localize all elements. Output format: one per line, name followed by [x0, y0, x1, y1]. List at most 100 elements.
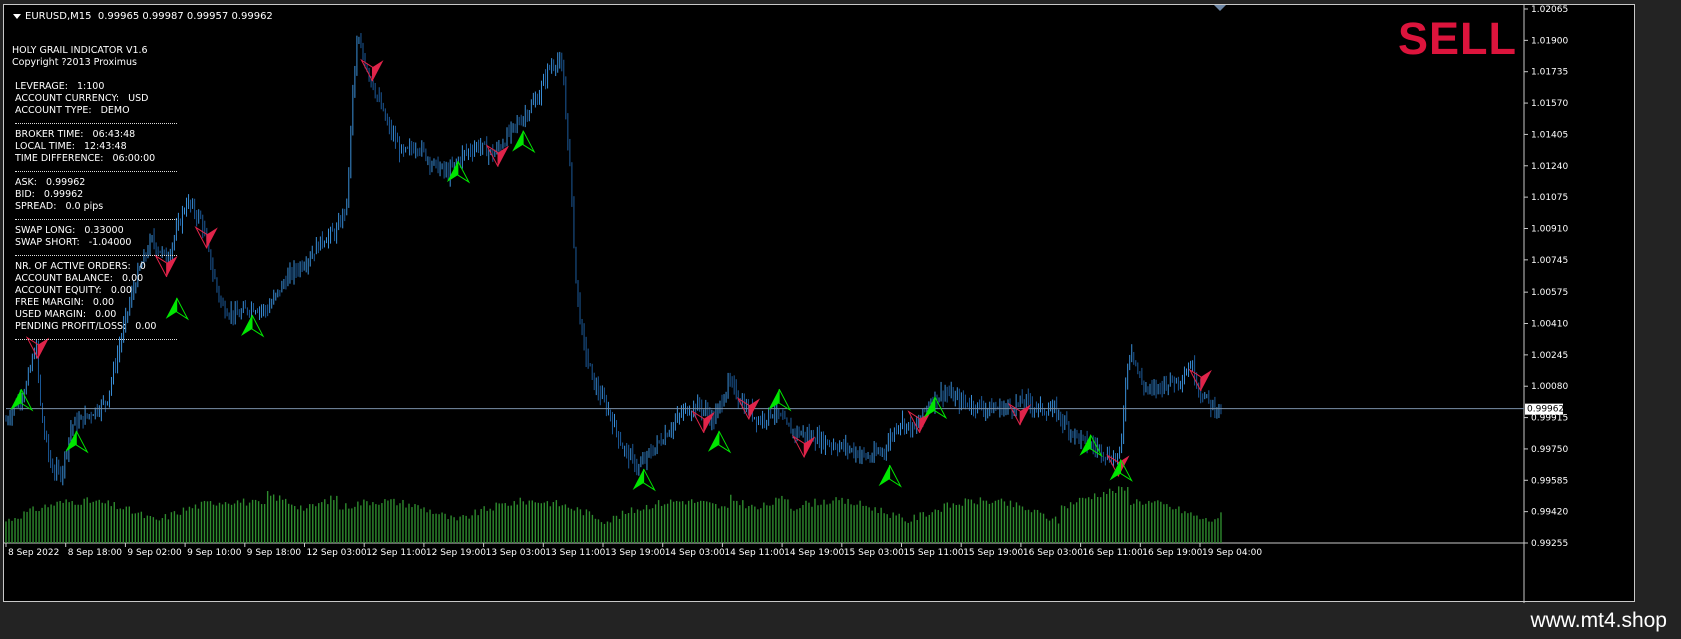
price-tick-label: 1.01570 [1531, 99, 1568, 109]
info-line: SWAP LONG: 0.33000 [12, 225, 124, 236]
chart-window[interactable]: 1.02065 1.01900 1.01735 1.01570 1.01405 1.012… [3, 4, 1636, 603]
price-tick-label: 0.99585 [1531, 476, 1568, 486]
info-line: BID: 0.99962 [12, 189, 84, 200]
buy-arrow-icon [889, 464, 902, 488]
buy-arrow-icon [512, 130, 524, 152]
indicator-info-panel: HOLY GRAIL INDICATOR V1.6 Copyright ?201… [12, 45, 178, 345]
buy-arrow-icon [241, 315, 253, 337]
buy-arrow-icon [251, 314, 265, 338]
chart-shift-marker-icon [1214, 5, 1226, 11]
buy-arrow-icon [165, 297, 177, 319]
info-line: ASK: 0.99962 [12, 177, 86, 188]
buy-arrow-icon [522, 130, 536, 154]
sell-arrow-icon [154, 254, 168, 278]
separator [12, 213, 178, 225]
time-tick-label: 15 Sep 03:00 [844, 548, 904, 558]
price-tick-label: 1.00245 [1531, 351, 1568, 361]
price-tick-label: 1.00575 [1531, 288, 1568, 298]
time-tick-label: 19 Sep 04:00 [1202, 548, 1262, 558]
price-tick-label: 0.99420 [1531, 508, 1568, 518]
price-tick-label: 1.01405 [1531, 130, 1568, 140]
chart-header: EURUSD,M15 0.99965 0.99987 0.99957 0.999… [13, 11, 273, 22]
info-line: TIME DIFFERENCE: 06:00:00 [12, 153, 156, 164]
buy-arrow-icon [718, 430, 732, 454]
sell-arrow-icon [791, 435, 805, 458]
time-tick-label: 14 Sep 11:00 [724, 548, 784, 558]
indicator-title: HOLY GRAIL INDICATOR V1.6 [12, 45, 148, 56]
price-tick-label: 1.01075 [1531, 193, 1568, 203]
price-tick-label: 1.01735 [1531, 68, 1568, 78]
buy-arrow-icon [934, 396, 948, 420]
info-line: SPREAD: 0.0 pips [12, 201, 104, 212]
signal-label: SELL [1397, 13, 1517, 64]
sell-arrow-icon [919, 411, 931, 433]
ohlc-label: 0.99965 0.99987 0.99957 0.99962 [97, 11, 273, 22]
buy-arrow-icon [778, 388, 792, 412]
time-tick-label: 13 Sep 11:00 [545, 548, 605, 558]
price-tick-label: 1.00410 [1531, 320, 1568, 330]
buy-arrow-icon [1120, 459, 1133, 482]
price-tick-label: 1.01900 [1531, 36, 1568, 46]
info-line [12, 69, 156, 81]
info-line: NR. OF ACTIVE ORDERS: 0 [12, 261, 146, 272]
buy-arrow-icon [457, 160, 471, 184]
info-line: PENDING PROFIT/LOSS: 0.00 [12, 321, 157, 332]
time-tick-label: 12 Sep 11:00 [366, 548, 426, 558]
buy-arrow-icon [176, 297, 190, 321]
symbol-label: EURUSD,M15 [25, 11, 92, 22]
time-tick-label: 14 Sep 19:00 [784, 548, 844, 558]
info-line: LEVERAGE: 1:100 [12, 81, 105, 92]
separator [12, 117, 178, 129]
buy-arrow-icon [632, 468, 644, 490]
sell-arrow-icon [360, 58, 374, 82]
sell-arrow-icon [804, 436, 816, 458]
watermark: www.mt4.shop [1530, 609, 1667, 632]
current-price-label: 0.99962 [1527, 405, 1564, 415]
buy-arrow-icon [878, 465, 890, 487]
price-tick-label: 0.99255 [1531, 539, 1568, 549]
time-tick-label: 9 Sep 18:00 [247, 548, 302, 558]
time-tick-label: 14 Sep 03:00 [665, 548, 725, 558]
price-tick-label: 1.00910 [1531, 224, 1568, 234]
price-tick-label: 1.02065 [1531, 5, 1568, 15]
buy-arrow-icon [707, 430, 719, 452]
sell-arrow-icon [1188, 368, 1202, 392]
buy-arrow-icon [10, 389, 22, 411]
time-tick-label: 9 Sep 10:00 [187, 548, 242, 558]
price-tick-label: 1.00745 [1531, 256, 1568, 266]
price-tick-label: 1.00080 [1531, 382, 1568, 392]
sell-arrow-icon [1200, 369, 1212, 391]
sell-arrow-icon [1007, 402, 1021, 426]
info-line: SWAP SHORT: -1.04000 [12, 237, 132, 248]
time-tick-label: 8 Sep 18:00 [68, 548, 123, 558]
time-tick-label: 15 Sep 19:00 [963, 548, 1023, 558]
buy-arrow-icon [768, 389, 780, 411]
buy-arrow-icon [1089, 434, 1103, 458]
info-line: ACCOUNT BALANCE: 0.00 [12, 273, 144, 284]
info-line: FREE MARGIN: 0.00 [12, 297, 115, 308]
price-tick-label: 0.99750 [1531, 445, 1568, 455]
info-line: LOCAL TIME: 12:43:48 [12, 141, 127, 152]
indicator-copyright: Copyright ?2013 Proximus [12, 57, 137, 68]
chart-menu-icon[interactable] [13, 13, 21, 19]
time-tick-label: 8 Sep 2022 [8, 548, 59, 558]
sell-arrow-icon [1020, 404, 1032, 426]
info-line: BROKER TIME: 06:43:48 [12, 129, 136, 140]
time-tick-label: 16 Sep 11:00 [1083, 548, 1143, 558]
sell-arrow-icon [372, 60, 384, 82]
time-tick-label: 15 Sep 11:00 [904, 548, 964, 558]
time-tick-label: 13 Sep 19:00 [605, 548, 665, 558]
info-line: ACCOUNT EQUITY: 0.00 [12, 285, 132, 296]
separator [12, 165, 178, 177]
time-tick-label: 16 Sep 19:00 [1142, 548, 1202, 558]
info-line: ACCOUNT CURRENCY: USD [12, 93, 149, 104]
buy-arrow-icon [643, 468, 656, 492]
time-tick-label: 13 Sep 03:00 [486, 548, 546, 558]
info-line: ACCOUNT TYPE: DEMO [12, 105, 130, 116]
separator [12, 249, 178, 261]
buy-arrow-icon [75, 430, 89, 454]
time-tick-label: 9 Sep 02:00 [127, 548, 182, 558]
price-chart[interactable]: 1.02065 1.01900 1.01735 1.01570 1.01405 1.012… [4, 5, 1636, 603]
time-tick-label: 12 Sep 19:00 [426, 548, 486, 558]
time-tick-label: 12 Sep 03:00 [307, 548, 367, 558]
